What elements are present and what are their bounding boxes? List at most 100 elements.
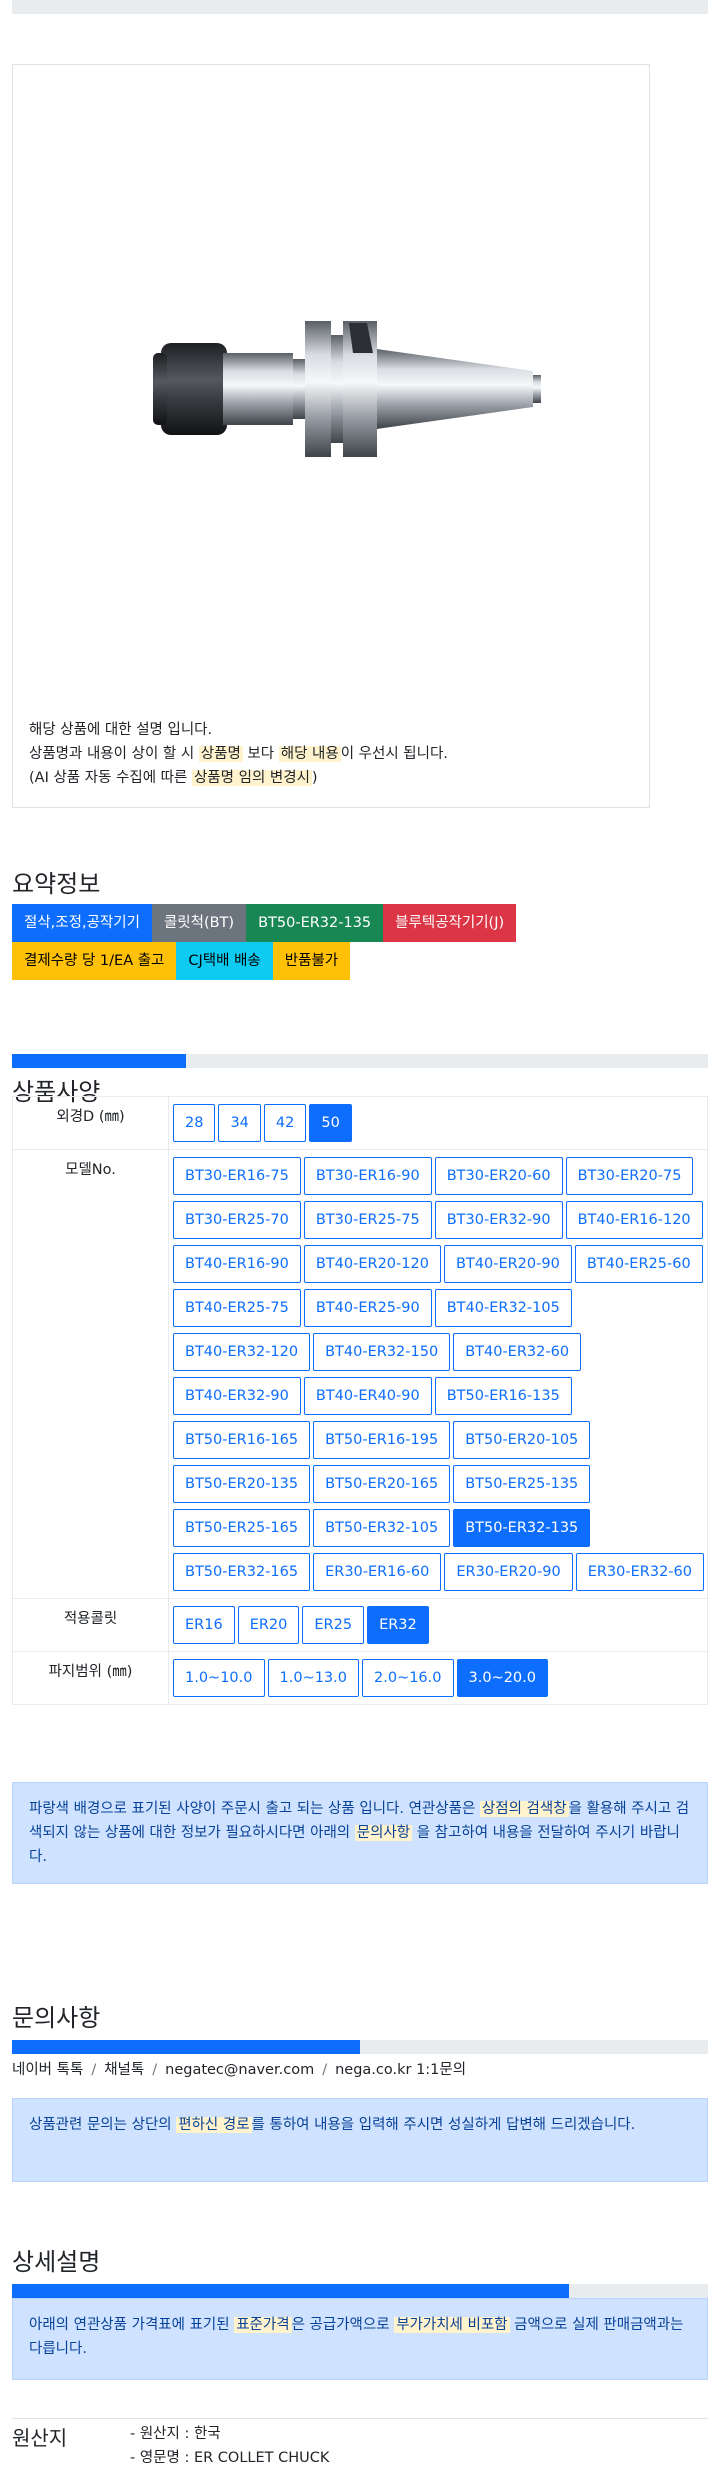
spec-row: 모델No. BT30-ER16-75 BT30-ER16-90 BT30-ER20-6…: [12, 1149, 708, 1599]
product-description: 해당 상품에 대한 설명 입니다. 상품명과 내용이 상이 할 시 상품명 보다…: [29, 718, 639, 790]
spec-label: 외경D (㎜): [12, 1096, 169, 1150]
inquiry-channel-link[interactable]: 네이버 톡톡: [12, 2062, 83, 2078]
spec-option-button[interactable]: BT40-ER20-90: [443, 1245, 572, 1283]
summary-tag: 결제수량 당 1/EA 출고: [12, 942, 177, 980]
spec-options: 28 34 42 50: [168, 1096, 708, 1150]
product-image-panel: 해당 상품에 대한 설명 입니다. 상품명과 내용이 상이 할 시 상품명 보다…: [12, 64, 650, 808]
detail-notice: 아래의 연관상품 가격표에 표기된 표준가격 은 공급가액으로 부가가치세 비포함…: [12, 2298, 708, 2380]
origin-line: - 원산지 : 한국: [130, 2426, 221, 2442]
inquiry-title: 문의사항: [12, 2004, 101, 2032]
spec-options: ER16 ER20 ER25 ER32: [168, 1598, 708, 1652]
summary-tag: 블루텍공작기기(J): [383, 904, 517, 942]
spec-option-button[interactable]: 1.0~10.0: [173, 1659, 265, 1697]
summary-tag: BT50-ER32-135: [246, 904, 384, 942]
spec-option-button[interactable]: ER30-ER16-60: [313, 1553, 442, 1591]
top-divider: [12, 0, 708, 14]
spec-table: 외경D (㎜) 28 34 42 50 모델No. BT30-ER16-75 BT30-ER1…: [12, 1096, 708, 1705]
spec-option-button[interactable]: BT40-ER16-120: [565, 1201, 703, 1239]
spec-option-button[interactable]: BT50-ER20-165: [313, 1465, 451, 1503]
spec-option-button[interactable]: ER16: [173, 1606, 235, 1644]
spec-row: 파지범위 (㎜) 1.0~10.0 1.0~13.0 2.0~16.0 3.0~20.0: [12, 1651, 708, 1705]
spec-option-button[interactable]: 3.0~20.0: [456, 1659, 548, 1697]
spec-row: 외경D (㎜) 28 34 42 50: [12, 1096, 708, 1150]
spec-option-button[interactable]: BT40-ER25-90: [303, 1289, 432, 1327]
spec-option-button[interactable]: BT30-ER16-90: [303, 1157, 432, 1195]
spec-option-button[interactable]: BT50-ER32-165: [173, 1553, 311, 1591]
channel-separator: /: [152, 2062, 158, 2078]
spec-option-button[interactable]: BT30-ER20-75: [565, 1157, 694, 1195]
spec-option-button[interactable]: 34: [218, 1104, 261, 1142]
detail-progress-fill: [12, 2284, 569, 2298]
origin-divider: [12, 2418, 708, 2419]
spec-progress-fill: [12, 1054, 186, 1068]
spec-options: 1.0~10.0 1.0~13.0 2.0~16.0 3.0~20.0: [168, 1651, 708, 1705]
inquiry-channels: 네이버 톡톡 / 채널톡 / negatec@naver.com / nega.co.kr …: [12, 2058, 466, 2079]
spec-option-button[interactable]: BT40-ER25-75: [173, 1289, 301, 1327]
spec-label: 파지범위 (㎜): [12, 1651, 169, 1705]
spec-option-button[interactable]: BT50-ER16-165: [173, 1421, 311, 1459]
detail-title: 상세설명: [12, 2248, 101, 2276]
summary-tags: 절삭,조정,공작기기 콜릿척(BT) BT50-ER32-135 블루텍공작기기(J): [12, 904, 712, 942]
spec-option-button[interactable]: BT40-ER16-90: [173, 1245, 301, 1283]
channel-separator: /: [322, 2062, 328, 2078]
spec-option-button[interactable]: BT50-ER32-135: [453, 1509, 591, 1547]
spec-option-button[interactable]: 50: [309, 1104, 352, 1142]
inquiry-progress: [12, 2040, 708, 2054]
spec-option-button[interactable]: BT40-ER32-105: [434, 1289, 572, 1327]
spec-option-button[interactable]: 42: [263, 1104, 307, 1142]
spec-option-button[interactable]: ER30-ER32-60: [575, 1553, 704, 1591]
summary-tag: 반품불가: [272, 942, 351, 980]
summary-tag: 콜릿척(BT): [151, 904, 247, 942]
origin-info: - 원산지 : 한국 - 영문명 : ER COLLET CHUCK: [130, 2422, 329, 2470]
inquiry-channel-link[interactable]: nega.co.kr 1:1문의: [335, 2062, 466, 2078]
spec-option-button[interactable]: 28: [173, 1104, 216, 1142]
spec-option-button[interactable]: BT50-ER20-135: [173, 1465, 311, 1503]
summary-tag: 절삭,조정,공작기기: [12, 904, 152, 942]
inquiry-progress-fill: [12, 2040, 360, 2054]
spec-option-button[interactable]: 2.0~16.0: [362, 1659, 454, 1697]
spec-row: 적용콜릿 ER16 ER20 ER25 ER32: [12, 1598, 708, 1652]
spec-option-button[interactable]: ER30-ER20-90: [444, 1553, 573, 1591]
product-image: [153, 321, 541, 457]
spec-notice: 파랑색 배경으로 표기된 사양이 주문시 출고 되는 상품 입니다. 연관상품은…: [12, 1782, 708, 1884]
spec-options: BT30-ER16-75 BT30-ER16-90 BT30-ER20-60 BT30…: [168, 1149, 708, 1599]
description-line-2: 상품명과 내용이 상이 할 시 상품명 보다 해당 내용 이 우선시 됩니다.: [29, 746, 448, 762]
spec-option-button[interactable]: BT40-ER40-90: [303, 1377, 432, 1415]
description-line-1: 해당 상품에 대한 설명 입니다.: [29, 722, 213, 738]
summary-tags-2: 결제수량 당 1/EA 출고 CJ택배 배송 반품불가: [12, 942, 712, 980]
spec-option-button[interactable]: BT50-ER16-135: [434, 1377, 572, 1415]
spec-option-button[interactable]: BT40-ER32-150: [313, 1333, 451, 1371]
spec-option-button[interactable]: 1.0~13.0: [267, 1659, 359, 1697]
spec-option-button[interactable]: ER32: [367, 1606, 429, 1644]
spec-option-button[interactable]: BT30-ER25-75: [303, 1201, 432, 1239]
summary-title: 요약정보: [12, 870, 101, 898]
inquiry-channel-link[interactable]: negatec@naver.com: [165, 2062, 314, 2078]
spec-option-button[interactable]: BT50-ER25-165: [173, 1509, 311, 1547]
summary-tag: CJ택배 배송: [176, 942, 273, 980]
spec-option-button[interactable]: BT50-ER20-105: [453, 1421, 591, 1459]
spec-option-button[interactable]: BT40-ER32-120: [173, 1333, 311, 1371]
spec-label: 모델No.: [12, 1149, 169, 1599]
origin-title: 원산지: [12, 2426, 68, 2450]
spec-label: 적용콜릿: [12, 1598, 169, 1652]
inquiry-notice: 상품관련 문의는 상단의 편하신 경로 를 통하여 내용을 입력해 주시면 성실하…: [12, 2098, 708, 2182]
spec-option-button[interactable]: BT40-ER32-60: [453, 1333, 582, 1371]
spec-option-button[interactable]: BT30-ER20-60: [434, 1157, 563, 1195]
spec-option-button[interactable]: BT40-ER32-90: [173, 1377, 301, 1415]
spec-option-button[interactable]: BT30-ER16-75: [173, 1157, 301, 1195]
spec-option-button[interactable]: BT50-ER32-105: [313, 1509, 451, 1547]
spec-option-button[interactable]: ER25: [302, 1606, 365, 1644]
spec-option-button[interactable]: BT50-ER16-195: [313, 1421, 451, 1459]
spec-option-button[interactable]: BT30-ER25-70: [173, 1201, 301, 1239]
spec-option-button[interactable]: ER20: [237, 1606, 300, 1644]
channel-separator: /: [91, 2062, 97, 2078]
detail-progress: [12, 2284, 708, 2298]
origin-line: - 영문명 : ER COLLET CHUCK: [130, 2450, 330, 2466]
inquiry-channel-link[interactable]: 채널톡: [104, 2062, 144, 2078]
spec-option-button[interactable]: BT40-ER20-120: [303, 1245, 441, 1283]
description-line-3: (AI 상품 자동 수집에 따른 상품명 임의 변경시): [29, 770, 318, 786]
spec-option-button[interactable]: BT30-ER32-90: [434, 1201, 563, 1239]
spec-option-button[interactable]: BT50-ER25-135: [453, 1465, 591, 1503]
spec-progress: [12, 1054, 708, 1068]
spec-option-button[interactable]: BT40-ER25-60: [574, 1245, 703, 1283]
